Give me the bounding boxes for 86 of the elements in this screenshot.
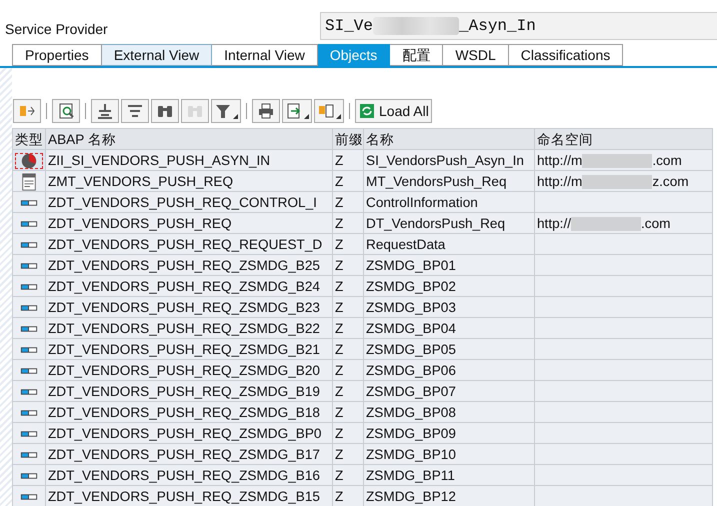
table-cell: ZDT_VENDORS_PUSH_REQ_ZSMDG_B24: [46, 276, 332, 296]
redaction-blur: [582, 154, 652, 168]
table-cell: Z: [332, 444, 364, 464]
table-cell: Z: [332, 296, 364, 318]
table-cell: Z: [332, 338, 364, 360]
redaction-blur: [582, 174, 652, 189]
tab[interactable]: External View: [102, 44, 212, 66]
table-cell: ZSMDG_BP01: [364, 254, 534, 276]
dropdown-icon: [304, 114, 309, 119]
table-cell: ZDT_VENDORS_PUSH_REQ: [46, 212, 332, 234]
tab[interactable]: Internal View: [212, 44, 318, 66]
table-cell: ZDT_VENDORS_PUSH_REQ_ZSMDG_B25: [46, 254, 332, 276]
tab[interactable]: Classifications: [508, 44, 624, 66]
table-cell: ZSMDG_BP04: [364, 318, 534, 338]
text-fragment: z.com: [652, 174, 689, 188]
table-cell: ZDT_VENDORS_PUSH_REQ_ZSMDG_B17: [46, 444, 332, 464]
table-cell: ZSMDG_BP03: [364, 296, 534, 318]
table-cell: Z: [332, 276, 364, 296]
table-cell: SI_VendorsPush_Asyn_In: [364, 150, 534, 170]
text-fragment: .com: [652, 152, 682, 168]
table-cell: Z: [332, 486, 364, 506]
toolbar-button[interactable]: [151, 99, 179, 123]
toolbar-button[interactable]: [252, 99, 280, 123]
table-cell: ZSMDG_BP12: [364, 486, 534, 506]
table-cell: Z: [332, 380, 364, 402]
table-cell: Z: [332, 150, 364, 170]
toolbar-button[interactable]: [314, 99, 344, 123]
table-cell: MT_VendorsPush_Req: [364, 170, 534, 192]
redaction-blur: [571, 216, 642, 231]
table-cell: ZSMDG_BP06: [364, 360, 534, 380]
table-cell: Z: [332, 318, 364, 338]
text-fragment: http://m: [537, 174, 582, 188]
table-cell: Z: [332, 234, 364, 254]
table-cell: ZMT_VENDORS_PUSH_REQ: [46, 170, 332, 192]
text-fragment: http://: [537, 216, 572, 230]
table-cell: ZSMDG_BP05: [364, 338, 534, 360]
toolbar-button[interactable]: [52, 99, 80, 123]
table-cell: ZDT_VENDORS_PUSH_REQ_ZSMDG_BP0: [46, 422, 332, 444]
table-cell: ZSMDG_BP10: [364, 444, 534, 464]
table-cell: Z: [332, 422, 364, 444]
table-cell: ZSMDG_BP08: [364, 402, 534, 422]
table-cell: Z: [332, 192, 364, 212]
load-button[interactable]: Load All: [355, 99, 432, 123]
tab[interactable]: WSDL: [443, 44, 509, 66]
column-header[interactable]: 类型: [12, 128, 46, 150]
table-cell: Z: [332, 212, 364, 234]
table-cell: Z: [332, 402, 364, 422]
table-cell: ControlInformation: [364, 192, 534, 212]
table-cell: ZDT_VENDORS_PUSH_REQ_ZSMDG_B19: [46, 380, 332, 402]
table-cell: ZDT_VENDORS_PUSH_REQ_ZSMDG_B15: [46, 486, 332, 506]
table-cell: Z: [332, 170, 364, 192]
table-cell: ZSMDG_BP09: [364, 422, 534, 444]
table-cell: Z: [332, 464, 364, 486]
column-header[interactable]: ABAP 名称: [46, 128, 332, 150]
tab[interactable]: 配置: [390, 44, 444, 66]
table-cell: ZDT_VENDORS_PUSH_REQ_ZSMDG_B20: [46, 360, 332, 380]
table-cell: ZII_SI_VENDORS_PUSH_ASYN_IN: [46, 150, 332, 170]
table-cell: Z: [332, 360, 364, 380]
table-cell: ZDT_VENDORS_PUSH_REQ_ZSMDG_B22: [46, 318, 332, 338]
table-cell: ZDT_VENDORS_PUSH_REQ_ZSMDG_B21: [46, 338, 332, 360]
table-cell: ZSMDG_BP11: [364, 464, 534, 486]
toolbar-button[interactable]: [91, 99, 119, 123]
table-cell: DT_VendorsPush_Req: [364, 212, 534, 234]
text-fragment: .com: [641, 216, 670, 230]
dropdown-icon: [336, 114, 341, 119]
text-fragment: http://m: [537, 152, 582, 168]
field-label: Service Provider: [4, 20, 109, 39]
column-header[interactable]: 前缀: [332, 128, 364, 150]
table-cell: ZDT_VENDORS_PUSH_REQ_ZSMDG_B16: [46, 464, 332, 486]
table-cell: ZSMDG_BP02: [364, 276, 534, 296]
toolbar-button[interactable]: [121, 99, 149, 123]
table-cell: ZDT_VENDORS_PUSH_REQ_ZSMDG_B18: [46, 402, 332, 422]
table-cell: ZDT_VENDORS_PUSH_REQ_REQUEST_D: [46, 234, 332, 254]
service-provider-field[interactable]: SI_Ve _Asyn_In: [320, 12, 717, 40]
table-cell: RequestData: [364, 234, 534, 254]
toolbar-button[interactable]: [282, 99, 312, 123]
table-cell: ZDT_VENDORS_PUSH_REQ_ZSMDG_B23: [46, 296, 332, 318]
table-cell: ZDT_VENDORS_PUSH_REQ_CONTROL_I: [46, 192, 332, 212]
table-cell: ZSMDG_BP07: [364, 380, 534, 402]
toolbar-button[interactable]: [211, 99, 241, 123]
tab[interactable]: Properties: [12, 44, 102, 66]
column-header[interactable]: 命名空间: [534, 128, 712, 150]
column-header[interactable]: 名称: [364, 128, 534, 150]
table-cell: Z: [332, 254, 364, 276]
interface-icon[interactable]: [14, 152, 44, 170]
dropdown-icon: [233, 114, 238, 119]
